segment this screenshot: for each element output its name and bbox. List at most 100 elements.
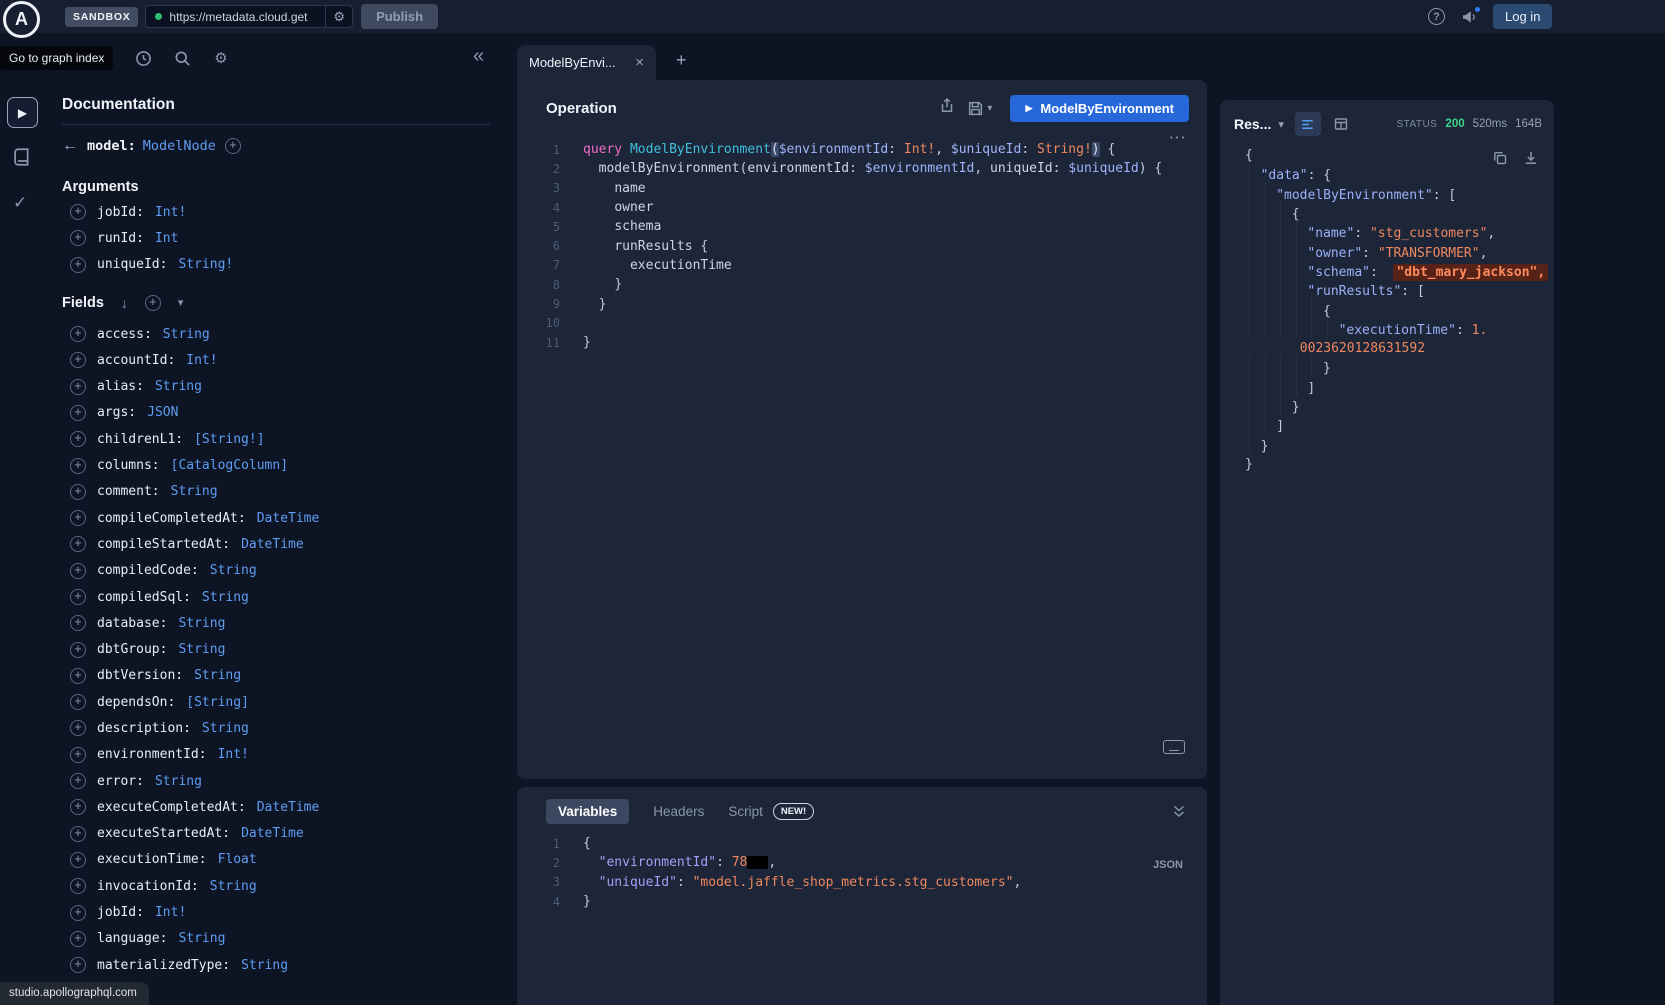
- doc-field-row[interactable]: +compileCompletedAt:DateTime: [62, 505, 518, 531]
- field-type[interactable]: String: [178, 616, 225, 631]
- add-type-icon[interactable]: +: [225, 138, 241, 154]
- doc-field-row[interactable]: +runId:Int: [62, 225, 518, 251]
- field-type[interactable]: String: [155, 379, 202, 394]
- field-name[interactable]: materializedType:: [97, 958, 230, 973]
- doc-field-row[interactable]: +language:String: [62, 926, 518, 952]
- field-type[interactable]: String!: [178, 257, 233, 272]
- field-type[interactable]: [String]: [186, 695, 249, 710]
- tab-variables[interactable]: Variables: [546, 799, 629, 824]
- doc-field-row[interactable]: +compiledSql:String: [62, 584, 518, 610]
- announcements-icon[interactable]: [1460, 9, 1478, 25]
- add-to-query-icon[interactable]: +: [70, 589, 86, 605]
- doc-field-row[interactable]: +comment:String: [62, 479, 518, 505]
- doc-field-row[interactable]: + error: String: [62, 768, 518, 794]
- sort-fields-icon[interactable]: ↓: [121, 295, 128, 311]
- response-title[interactable]: Res...: [1234, 116, 1271, 132]
- add-to-query-icon[interactable]: +: [70, 799, 86, 815]
- sandbox-url-value[interactable]: https://metadata.cloud.get: [169, 10, 325, 24]
- field-name[interactable]: childrenL1:: [97, 432, 183, 447]
- add-to-query-icon[interactable]: +: [70, 773, 86, 789]
- field-type[interactable]: String: [178, 931, 225, 946]
- field-name[interactable]: comment:: [97, 484, 160, 499]
- copy-response-icon[interactable]: [1492, 150, 1508, 171]
- field-name[interactable]: executeStartedAt:: [97, 826, 230, 841]
- doc-field-row[interactable]: + environmentId: Int!: [62, 742, 518, 768]
- add-to-query-icon[interactable]: +: [70, 668, 86, 684]
- doc-field-row[interactable]: +childrenL1:[String!]: [62, 426, 518, 452]
- field-name[interactable]: database:: [97, 616, 167, 631]
- doc-field-row[interactable]: + alias: String: [62, 373, 518, 399]
- field-type[interactable]: String: [210, 879, 257, 894]
- field-name[interactable]: uniqueId:: [97, 257, 167, 272]
- add-to-query-icon[interactable]: +: [70, 720, 86, 736]
- field-type[interactable]: Int!: [218, 747, 249, 762]
- field-name[interactable]: description:: [97, 721, 191, 736]
- field-name[interactable]: compileCompletedAt:: [97, 511, 246, 526]
- doc-field-row[interactable]: +jobId:Int!: [62, 899, 518, 925]
- add-to-query-icon[interactable]: +: [70, 957, 86, 973]
- field-type[interactable]: Int!: [155, 205, 186, 220]
- doc-field-row[interactable]: +jobId:Int!: [62, 199, 518, 225]
- apollo-logo[interactable]: A: [3, 1, 40, 38]
- add-to-query-icon[interactable]: +: [70, 326, 86, 342]
- doc-field-row[interactable]: + executeCompletedAt: DateTime: [62, 794, 518, 820]
- add-to-query-icon[interactable]: +: [70, 747, 86, 763]
- field-name[interactable]: jobId:: [97, 905, 144, 920]
- field-type[interactable]: String: [155, 774, 202, 789]
- field-type[interactable]: Float: [218, 852, 257, 867]
- add-to-query-icon[interactable]: +: [70, 642, 86, 658]
- field-type[interactable]: Int: [155, 231, 178, 246]
- new-tab-button[interactable]: +: [670, 50, 693, 71]
- field-name[interactable]: dbtVersion:: [97, 668, 183, 683]
- share-operation-icon[interactable]: [939, 97, 955, 119]
- formatted-view-button[interactable]: [1295, 112, 1321, 136]
- tab-model-by-environment[interactable]: ModelByEnvi... ×: [517, 45, 656, 80]
- field-type[interactable]: DateTime: [257, 800, 320, 815]
- breadcrumb-type-link[interactable]: ModelNode: [143, 138, 216, 154]
- doc-field-row[interactable]: + columns: [CatalogColumn]: [62, 452, 518, 478]
- connection-settings-icon[interactable]: ⚙: [325, 5, 352, 28]
- add-to-query-icon[interactable]: +: [70, 431, 86, 447]
- tab-headers[interactable]: Headers: [653, 804, 704, 819]
- download-response-icon[interactable]: [1523, 150, 1539, 171]
- add-to-query-icon[interactable]: +: [70, 852, 86, 868]
- add-to-query-icon[interactable]: +: [70, 458, 86, 474]
- add-to-query-icon[interactable]: +: [70, 405, 86, 421]
- doc-field-row[interactable]: + dbtVersion: String: [62, 663, 518, 689]
- add-to-query-icon[interactable]: +: [70, 484, 86, 500]
- doc-field-row[interactable]: +access:String: [62, 321, 518, 347]
- search-icon[interactable]: [173, 49, 191, 67]
- doc-field-row[interactable]: +executeStartedAt:DateTime: [62, 821, 518, 847]
- add-to-query-icon[interactable]: +: [70, 694, 86, 710]
- field-name[interactable]: dependsOn:: [97, 695, 175, 710]
- field-name[interactable]: environmentId:: [97, 747, 207, 762]
- field-name[interactable]: executeCompletedAt:: [97, 800, 246, 815]
- field-type[interactable]: String: [241, 958, 288, 973]
- doc-field-row[interactable]: +compiledCode:String: [62, 558, 518, 584]
- doc-field-row[interactable]: +dbtGroup:String: [62, 636, 518, 662]
- field-type[interactable]: [CatalogColumn]: [171, 458, 288, 473]
- help-icon[interactable]: ?: [1428, 8, 1445, 25]
- field-name[interactable]: error:: [97, 774, 144, 789]
- field-name[interactable]: alias:: [97, 379, 144, 394]
- doc-field-row[interactable]: +executionTime:Float: [62, 847, 518, 873]
- save-operation-button[interactable]: ▾: [967, 100, 992, 117]
- doc-field-row[interactable]: +args:JSON: [62, 400, 518, 426]
- field-type[interactable]: String: [178, 642, 225, 657]
- doc-field-row[interactable]: + description: String: [62, 715, 518, 741]
- field-name[interactable]: access:: [97, 327, 152, 342]
- add-to-query-icon[interactable]: +: [70, 563, 86, 579]
- add-to-query-icon[interactable]: +: [70, 257, 86, 273]
- field-type[interactable]: String: [202, 721, 249, 736]
- field-type[interactable]: String: [194, 668, 241, 683]
- close-tab-icon[interactable]: ×: [635, 54, 644, 71]
- field-name[interactable]: columns:: [97, 458, 160, 473]
- field-name[interactable]: args:: [97, 405, 136, 420]
- login-button[interactable]: Log in: [1493, 4, 1552, 29]
- field-type[interactable]: DateTime: [257, 511, 320, 526]
- add-to-query-icon[interactable]: +: [70, 379, 86, 395]
- field-name[interactable]: compileStartedAt:: [97, 537, 230, 552]
- field-type[interactable]: Int!: [186, 353, 217, 368]
- field-type[interactable]: DateTime: [241, 537, 304, 552]
- add-to-query-icon[interactable]: +: [70, 230, 86, 246]
